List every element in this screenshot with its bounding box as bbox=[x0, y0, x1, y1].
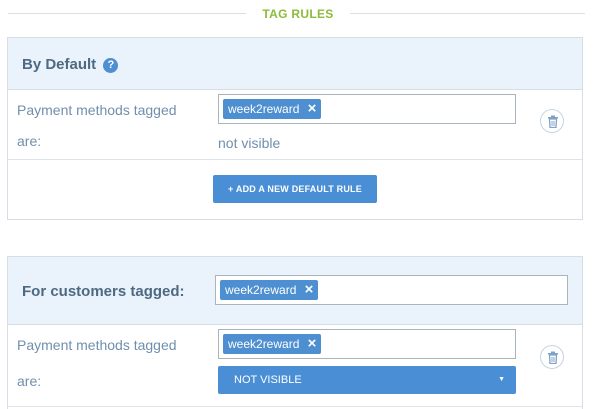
section-header: TAG RULES bbox=[0, 0, 595, 26]
visibility-select-value: NOT VISIBLE bbox=[234, 374, 302, 386]
default-panel-title-text: By Default bbox=[22, 56, 97, 73]
divider-right bbox=[350, 13, 585, 14]
customer-rules-panel: For customers tagged: week2reward × Paym… bbox=[7, 256, 583, 409]
payment-tag-input[interactable]: week2reward × bbox=[218, 94, 516, 124]
tag-chip: week2reward × bbox=[223, 99, 322, 119]
default-rule-row: Payment methods tagged are: week2reward … bbox=[8, 90, 582, 160]
customer-panel-title: For customers tagged: bbox=[22, 283, 185, 300]
default-rules-panel: By Default ? Payment methods tagged are:… bbox=[7, 37, 583, 220]
customer-payment-tag-chip-label: week2reward bbox=[228, 337, 300, 351]
chevron-down-icon: ▼ bbox=[498, 376, 505, 383]
customer-rule-label-line2: are: bbox=[17, 373, 42, 389]
divider-left bbox=[8, 13, 246, 14]
tag-chip-label: week2reward bbox=[228, 102, 300, 116]
customer-panel-header: For customers tagged: week2reward × bbox=[8, 257, 582, 325]
remove-tag-icon[interactable]: × bbox=[308, 99, 317, 119]
trash-icon bbox=[548, 351, 558, 364]
customer-payment-tag-chip: week2reward × bbox=[223, 334, 322, 354]
customer-rule-row: Payment methods tagged are: week2reward … bbox=[8, 325, 582, 407]
default-panel-header: By Default ? bbox=[8, 38, 582, 90]
customer-payment-tag-input[interactable]: week2reward × bbox=[218, 329, 516, 359]
customer-tag-chip: week2reward × bbox=[220, 280, 319, 300]
customer-tag-input[interactable]: week2reward × bbox=[215, 275, 568, 305]
customer-tag-chip-label: week2reward bbox=[225, 283, 297, 297]
delete-rule-button[interactable] bbox=[540, 109, 564, 133]
add-default-rule-button[interactable]: + ADD A NEW DEFAULT RULE bbox=[213, 175, 377, 203]
question-circle-icon[interactable]: ? bbox=[103, 58, 119, 73]
section-title: TAG RULES bbox=[262, 7, 334, 21]
remove-customer-tag-icon[interactable]: × bbox=[305, 280, 314, 300]
customer-rule-label-line1: Payment methods tagged bbox=[17, 337, 177, 353]
rule-label-line2: are: bbox=[17, 133, 42, 149]
visibility-select[interactable]: NOT VISIBLE ▼ bbox=[218, 366, 516, 394]
delete-customer-rule-button[interactable] bbox=[540, 345, 564, 369]
trash-icon bbox=[548, 115, 558, 128]
default-panel-title: By Default ? bbox=[22, 56, 119, 73]
remove-payment-tag-icon[interactable]: × bbox=[308, 334, 317, 354]
rule-label-line1: Payment methods tagged bbox=[17, 102, 177, 118]
visibility-value: not visible bbox=[218, 135, 281, 151]
